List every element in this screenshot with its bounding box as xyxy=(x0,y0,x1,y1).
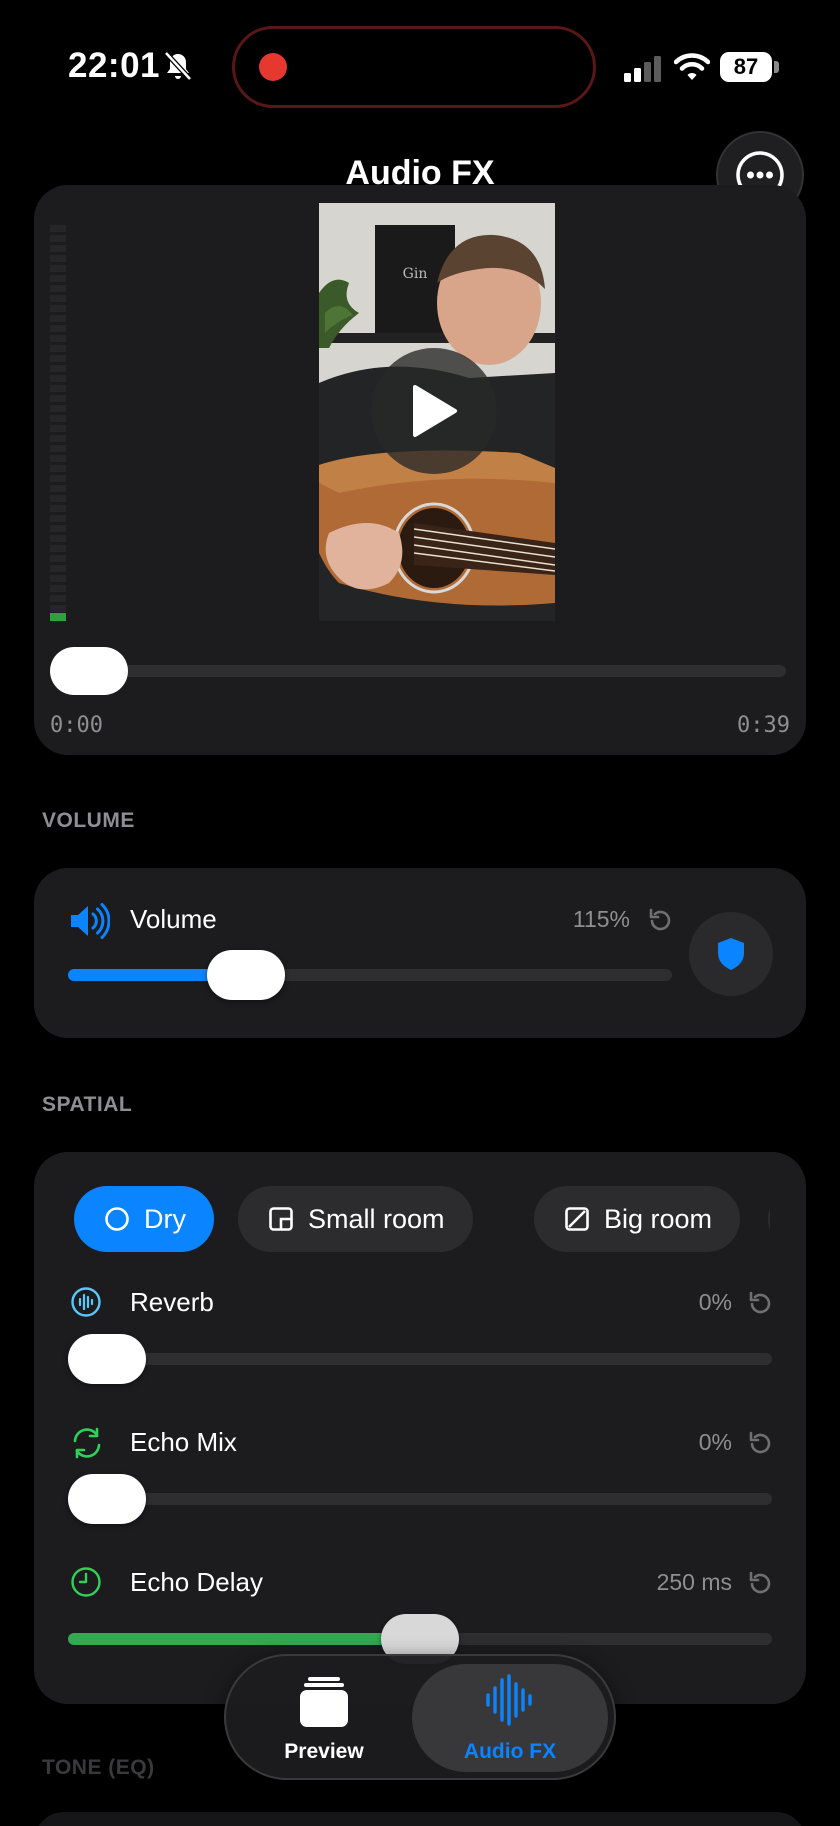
status-bar: 22:01 87 xyxy=(0,0,840,130)
bell-slash-icon xyxy=(164,51,192,81)
small-room-icon xyxy=(269,1207,293,1231)
playback-scrubber-track[interactable] xyxy=(74,665,786,677)
echo-delay-value: 250 ms xyxy=(656,1569,732,1595)
tone-card xyxy=(34,1812,806,1826)
section-header-spatial: SPATIAL xyxy=(42,1093,133,1116)
waveform-icon xyxy=(486,1674,532,1726)
recording-dot-icon xyxy=(259,53,287,81)
svg-text:Gin: Gin xyxy=(403,266,428,282)
echo-delay-slider-fill xyxy=(68,1633,420,1645)
wifi-icon xyxy=(674,53,710,80)
tab-bar: Preview Audio FX xyxy=(224,1654,616,1780)
echo-mix-reset-icon[interactable] xyxy=(747,1430,773,1456)
stack-icon xyxy=(300,1677,348,1727)
volume-value: 115% xyxy=(572,906,630,932)
section-header-volume: VOLUME xyxy=(42,809,135,832)
volume-slider-track[interactable] xyxy=(68,969,672,981)
reverb-reset-icon[interactable] xyxy=(747,1290,773,1316)
echo-mix-slider-thumb[interactable] xyxy=(68,1474,146,1524)
preset-small-room-label: Small room xyxy=(308,1203,445,1234)
tab-preview[interactable]: Preview xyxy=(226,1656,422,1778)
shield-icon xyxy=(718,938,744,970)
volume-slider-thumb[interactable] xyxy=(207,950,286,1000)
tab-audio-fx-label: Audio FX xyxy=(463,1740,557,1763)
waveform-circle-icon xyxy=(71,1287,101,1317)
circle-icon xyxy=(105,1207,129,1231)
battery-tip xyxy=(774,61,779,73)
preset-big-room-chip[interactable]: Big room xyxy=(534,1186,741,1252)
cycle-arrows-icon xyxy=(73,1427,101,1459)
echo-delay-reset-icon[interactable] xyxy=(747,1570,773,1596)
cellular-signal-icon xyxy=(624,56,661,82)
current-time: 0:00 xyxy=(50,713,103,738)
battery-indicator: 87 xyxy=(720,52,772,82)
status-time: 22:01 xyxy=(68,46,161,85)
reverb-value: 0% xyxy=(698,1289,732,1315)
preset-small-room-chip[interactable]: Small room xyxy=(238,1186,473,1252)
preset-dry-chip[interactable]: Dry xyxy=(74,1186,214,1252)
audio-level-meter xyxy=(50,225,66,625)
clock-icon xyxy=(71,1567,101,1597)
play-icon xyxy=(413,385,457,437)
section-header-tone: TONE (EQ) xyxy=(42,1756,155,1779)
reset-icon[interactable] xyxy=(647,907,673,933)
tab-preview-label: Preview xyxy=(284,1740,364,1763)
echo-delay-label: Echo Delay xyxy=(130,1567,263,1597)
player-card: Gin 0:00 0:39 xyxy=(34,185,806,755)
echo-mix-slider-track[interactable] xyxy=(68,1493,772,1505)
playback-scrubber-thumb[interactable] xyxy=(50,647,128,695)
tab-audio-fx[interactable]: Audio FX xyxy=(412,1656,608,1778)
preset-more-chip[interactable] xyxy=(768,1186,770,1252)
duration: 0:39 xyxy=(737,713,790,738)
reverb-label: Reverb xyxy=(130,1287,214,1317)
dynamic-island[interactable] xyxy=(232,26,596,108)
big-room-icon xyxy=(565,1207,589,1231)
volume-label: Volume xyxy=(130,904,217,934)
speaker-wave-icon xyxy=(71,903,110,939)
reverb-slider-thumb[interactable] xyxy=(68,1334,146,1384)
spatial-card: Dry Small room Big room Reverb 0% Echo M… xyxy=(34,1152,806,1704)
echo-mix-value: 0% xyxy=(698,1429,732,1455)
reverb-slider-track[interactable] xyxy=(68,1353,772,1365)
echo-mix-label: Echo Mix xyxy=(130,1427,237,1457)
volume-limiter-button[interactable] xyxy=(689,912,773,996)
preset-dry-label: Dry xyxy=(144,1203,186,1234)
play-button[interactable] xyxy=(371,348,497,474)
volume-card: Volume 115% xyxy=(34,868,806,1038)
audio-level-active-segment xyxy=(50,613,66,621)
room-presets: Dry Small room Big room xyxy=(74,1186,770,1252)
preset-big-room-label: Big room xyxy=(604,1203,713,1234)
